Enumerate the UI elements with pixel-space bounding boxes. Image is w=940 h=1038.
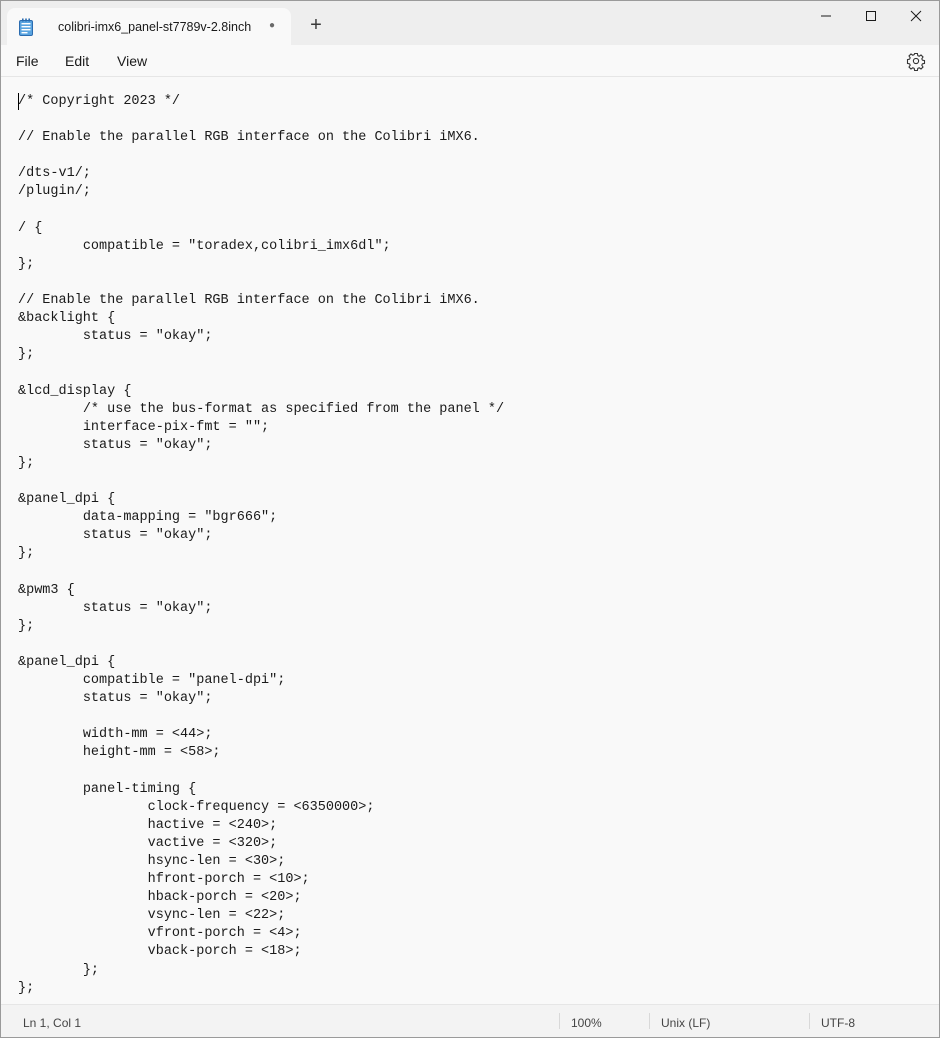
minimize-icon (821, 15, 831, 17)
line-ending[interactable]: Unix (LF) (661, 1016, 710, 1030)
encoding[interactable]: UTF-8 (821, 1016, 855, 1030)
unsaved-indicator-icon[interactable]: ● (269, 20, 275, 31)
settings-button[interactable] (906, 51, 926, 72)
status-divider (649, 1013, 650, 1029)
close-icon (910, 10, 922, 22)
status-divider (809, 1013, 810, 1029)
status-divider (559, 1013, 560, 1029)
maximize-icon (866, 11, 876, 21)
tab-title: colibri-imx6_panel-st7789v-2.8inch (58, 20, 252, 34)
menu-edit[interactable]: Edit (65, 53, 89, 69)
cursor-position: Ln 1, Col 1 (23, 1016, 82, 1030)
close-button[interactable] (893, 1, 939, 33)
title-bar[interactable]: colibri-imx6_panel-st7789v-2.8inch ● + (1, 1, 939, 45)
document-text[interactable]: /* Copyright 2023 */ // Enable the paral… (18, 93, 504, 998)
new-tab-button[interactable]: + (305, 14, 327, 36)
tab-document[interactable]: colibri-imx6_panel-st7789v-2.8inch ● (7, 8, 291, 45)
maximize-button[interactable] (848, 1, 894, 33)
menu-view[interactable]: View (117, 53, 147, 69)
gear-icon (906, 52, 926, 72)
menu-bar: File Edit View (1, 45, 939, 77)
status-bar: Ln 1, Col 1 100% Unix (LF) UTF-8 (1, 1004, 939, 1037)
notepad-window: colibri-imx6_panel-st7789v-2.8inch ● + F… (0, 0, 940, 1038)
minimize-button[interactable] (803, 1, 849, 33)
text-caret (18, 93, 19, 110)
notepad-icon (19, 18, 33, 36)
zoom-level[interactable]: 100% (571, 1016, 602, 1030)
menu-file[interactable]: File (16, 53, 39, 69)
text-editor[interactable]: /* Copyright 2023 */ // Enable the paral… (1, 77, 939, 1005)
